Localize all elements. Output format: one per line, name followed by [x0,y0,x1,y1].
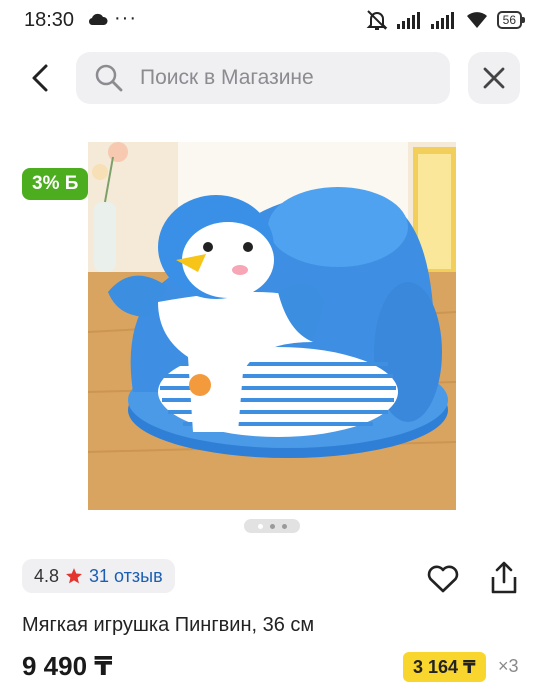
gallery-pagination[interactable] [244,519,300,533]
pagination-dot[interactable] [257,523,263,529]
cashback-badge: 3% Б [22,168,89,200]
cloud-icon [88,13,108,26]
status-bar: 18:30 ··· 56 [0,0,544,40]
search-placeholder: Поиск в Магазине [140,66,314,89]
pagination-dot[interactable] [281,523,287,529]
product-title: Мягкая игрушка Пингвин, 36 см [22,614,315,636]
reviews-link[interactable]: 31 отзыв [89,566,163,587]
rating-score: 4.8 [34,565,60,586]
status-icons: 56 [365,9,526,31]
rating-pill[interactable]: 4.8 31 отзыв [22,559,175,593]
back-arrow-icon[interactable] [24,58,60,98]
battery-icon: 56 [496,11,526,29]
close-icon [483,67,505,89]
product-photo [88,142,456,510]
share-icon[interactable] [488,560,520,596]
search-bar[interactable]: Поиск в Магазине [76,52,450,104]
star-icon [66,568,82,584]
signal-icon [430,12,454,29]
product-price: 9 490 ₸ [22,651,113,681]
close-button[interactable] [468,52,520,104]
product-image[interactable] [88,142,456,510]
installment-badge[interactable]: 3 164 ₸ [403,652,486,682]
search-icon [95,64,123,92]
more-dots-icon: ··· [114,7,137,29]
heart-icon[interactable] [426,564,460,594]
installment-multiplier: ×3 [498,656,519,676]
mute-bell-icon [366,10,388,30]
pagination-dot[interactable] [269,523,275,529]
status-time: 18:30 [24,9,75,31]
wifi-icon [466,12,487,28]
signal-icon [396,12,420,29]
